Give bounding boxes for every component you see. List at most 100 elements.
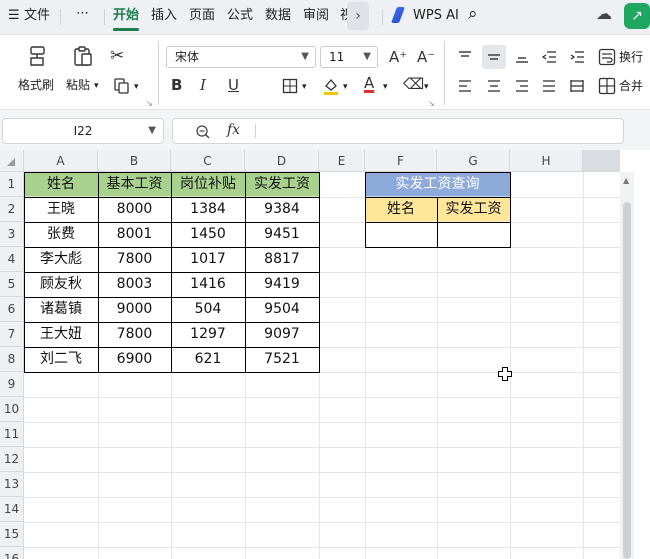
align-left-icon[interactable] xyxy=(457,78,473,94)
column-header-e[interactable]: E xyxy=(319,150,365,172)
copy-icon[interactable] xyxy=(113,77,131,95)
justify-icon[interactable] xyxy=(541,78,557,94)
scrollbar-thumb[interactable] xyxy=(623,202,631,559)
column-header-d[interactable]: D xyxy=(245,150,319,172)
cell-allowance[interactable]: 1416 xyxy=(171,272,245,297)
format-painter-label[interactable]: 格式刷 xyxy=(18,78,54,92)
cell-name[interactable]: 刘二飞 xyxy=(24,347,98,372)
wps-ai-icon[interactable] xyxy=(391,7,405,23)
row-header-3[interactable]: 3 xyxy=(0,222,24,247)
distributed-align-icon[interactable] xyxy=(569,78,585,94)
cell-allowance[interactable]: 1450 xyxy=(171,222,245,247)
decrease-indent-icon[interactable] xyxy=(541,49,557,65)
zoom-formula-icon[interactable] xyxy=(195,124,211,140)
fill-color-dropdown-icon[interactable]: ▾ xyxy=(343,80,348,94)
insert-function-button[interactable]: fx xyxy=(227,122,240,138)
tab-page[interactable]: 页面 xyxy=(189,7,215,25)
hamburger-icon[interactable]: ☰ xyxy=(8,7,20,25)
cell-net-salary[interactable]: 9384 xyxy=(245,197,319,222)
tab-data[interactable]: 数据 xyxy=(265,7,291,25)
cell-allowance[interactable]: 621 xyxy=(171,347,245,372)
row-header-5[interactable]: 5 xyxy=(0,272,24,297)
tab-formulas[interactable]: 公式 xyxy=(227,7,253,25)
cell-name[interactable]: 张费 xyxy=(24,222,98,247)
cell-name[interactable]: 王大妞 xyxy=(24,322,98,347)
copy-dropdown-icon[interactable]: ▾ xyxy=(134,80,139,94)
merge-cells-icon[interactable] xyxy=(598,77,616,95)
cell-name[interactable]: 诸葛镇 xyxy=(24,297,98,322)
grow-font-button[interactable]: A⁺ xyxy=(389,48,407,66)
cell-net-salary[interactable]: 8817 xyxy=(245,247,319,272)
cell-base-salary[interactable]: 8003 xyxy=(98,272,171,297)
row-header-14[interactable]: 14 xyxy=(0,497,24,522)
table-header-name[interactable]: 姓名 xyxy=(24,172,98,197)
column-header-g[interactable]: G xyxy=(437,150,510,172)
lookup-header-name[interactable]: 姓名 xyxy=(365,197,437,222)
cloud-icon[interactable]: ☁ xyxy=(596,5,612,23)
wrap-text-icon[interactable] xyxy=(598,48,616,66)
cell-net-salary[interactable]: 9504 xyxy=(245,297,319,322)
column-header-b[interactable]: B xyxy=(98,150,171,172)
borders-icon[interactable] xyxy=(282,78,298,94)
lookup-title[interactable]: 实发工资查询 xyxy=(365,172,510,197)
row-header-12[interactable]: 12 xyxy=(0,447,24,472)
cell-allowance[interactable]: 1384 xyxy=(171,197,245,222)
shrink-font-button[interactable]: A⁻ xyxy=(417,48,435,66)
increase-indent-icon[interactable] xyxy=(569,49,585,65)
table-header-base-salary[interactable]: 基本工资 xyxy=(98,172,171,197)
row-header-15[interactable]: 15 xyxy=(0,522,24,547)
row-header-10[interactable]: 10 xyxy=(0,397,24,422)
more-menu-icon[interactable]: ⋯ xyxy=(76,5,89,23)
clear-format-icon[interactable]: ⌫ xyxy=(403,75,424,93)
name-box[interactable]: I22 ▼ xyxy=(2,118,164,144)
align-middle-icon[interactable] xyxy=(486,49,502,65)
tab-insert[interactable]: 插入 xyxy=(151,7,177,25)
cell-name[interactable]: 王晓 xyxy=(24,197,98,222)
cell-net-salary[interactable]: 9097 xyxy=(245,322,319,347)
spreadsheet-grid[interactable]: A B C D E F G H 1 2 3 4 5 6 7 8 9 10 11 … xyxy=(0,150,650,559)
tab-home[interactable]: 开始 xyxy=(113,7,139,25)
underline-button[interactable]: U xyxy=(228,76,239,94)
row-header-2[interactable]: 2 xyxy=(0,197,24,222)
row-header-13[interactable]: 13 xyxy=(0,472,24,497)
cell-name[interactable]: 李大彪 xyxy=(24,247,98,272)
paste-label[interactable]: 粘贴 xyxy=(66,78,90,92)
cell-allowance[interactable]: 1017 xyxy=(171,247,245,272)
row-header-1[interactable]: 1 xyxy=(0,172,24,197)
fill-color-icon[interactable] xyxy=(322,76,340,96)
cell-base-salary[interactable]: 6900 xyxy=(98,347,171,372)
cell-net-salary[interactable]: 9419 xyxy=(245,272,319,297)
share-button[interactable]: ↗ xyxy=(624,3,650,29)
borders-dropdown-icon[interactable]: ▾ xyxy=(302,80,307,94)
row-header-9[interactable]: 9 xyxy=(0,372,24,397)
tab-review[interactable]: 审阅 xyxy=(303,7,329,25)
cell-base-salary[interactable]: 8001 xyxy=(98,222,171,247)
merge-cells-label[interactable]: 合并 xyxy=(619,79,643,93)
paste-icon[interactable] xyxy=(72,45,94,67)
align-bottom-icon[interactable] xyxy=(514,49,530,65)
row-header-11[interactable]: 11 xyxy=(0,422,24,447)
row-header-6[interactable]: 6 xyxy=(0,297,24,322)
column-header-a[interactable]: A xyxy=(24,150,98,172)
align-top-icon[interactable] xyxy=(457,49,473,65)
bold-button[interactable]: B xyxy=(171,76,182,94)
paste-dropdown-icon[interactable]: ▾ xyxy=(94,79,99,93)
clipboard-expand-icon[interactable]: ↘ xyxy=(146,97,153,111)
wps-ai-button[interactable]: WPS AI xyxy=(413,7,459,25)
search-icon[interactable]: ⌕ xyxy=(468,5,478,23)
row-header-7[interactable]: 7 xyxy=(0,322,24,347)
clear-dropdown-icon[interactable]: ▾ xyxy=(424,80,429,94)
more-tabs-button[interactable]: › xyxy=(347,2,369,30)
row-header-4[interactable]: 4 xyxy=(0,247,24,272)
cut-icon[interactable]: ✂ xyxy=(110,47,124,65)
font-color-dropdown-icon[interactable]: ▾ xyxy=(383,80,388,94)
cell-base-salary[interactable]: 7800 xyxy=(98,322,171,347)
cell-allowance[interactable]: 1297 xyxy=(171,322,245,347)
font-color-button[interactable]: A xyxy=(364,74,374,92)
cell-net-salary[interactable]: 7521 xyxy=(245,347,319,372)
table-header-allowance[interactable]: 岗位补贴 xyxy=(171,172,245,197)
cell-allowance[interactable]: 504 xyxy=(171,297,245,322)
scroll-up-icon[interactable]: ▲ xyxy=(623,176,629,185)
cell-base-salary[interactable]: 8000 xyxy=(98,197,171,222)
italic-button[interactable]: I xyxy=(200,76,206,94)
